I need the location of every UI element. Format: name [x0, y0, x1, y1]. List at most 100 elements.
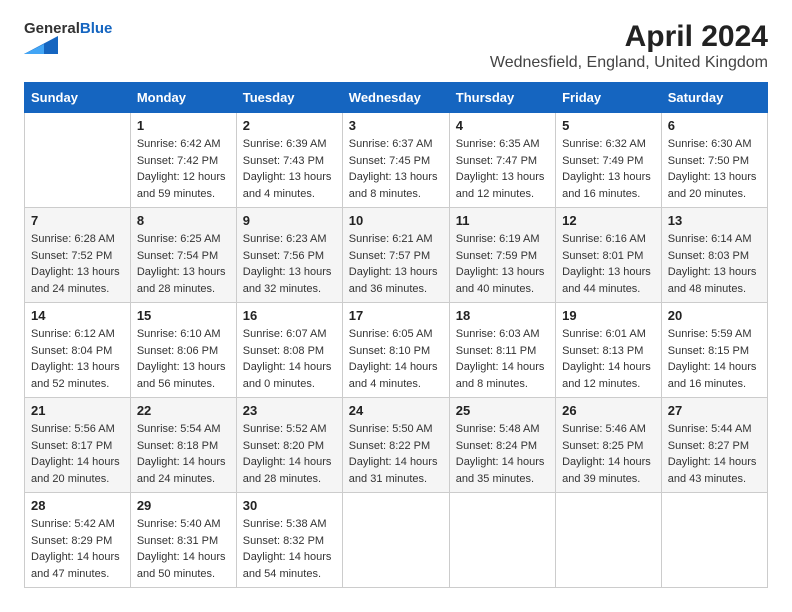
day-info: Sunrise: 6:28 AMSunset: 7:52 PMDaylight:…	[31, 231, 124, 297]
day-info: Sunrise: 6:05 AMSunset: 8:10 PMDaylight:…	[349, 326, 443, 392]
calendar-cell: 3 Sunrise: 6:37 AMSunset: 7:45 PMDaylight…	[342, 113, 449, 208]
calendar-subtitle: Wednesfield, England, United Kingdom	[490, 54, 768, 72]
header-cell-saturday: Saturday	[661, 83, 767, 113]
calendar-cell: 21 Sunrise: 5:56 AMSunset: 8:17 PMDayligh…	[25, 398, 131, 493]
day-info: Sunrise: 6:37 AMSunset: 7:45 PMDaylight:…	[349, 136, 443, 202]
day-info: Sunrise: 5:44 AMSunset: 8:27 PMDaylight:…	[668, 421, 761, 487]
day-info: Sunrise: 6:12 AMSunset: 8:04 PMDaylight:…	[31, 326, 124, 392]
logo-icon	[24, 36, 58, 54]
calendar-cell: 4Sunrise: 6:35 AMSunset: 7:47 PMDaylight…	[449, 113, 555, 208]
day-number: 18	[456, 308, 549, 323]
calendar-cell: 7 Sunrise: 6:28 AMSunset: 7:52 PMDaylight…	[25, 208, 131, 303]
day-number: 7	[31, 213, 124, 228]
day-number: 12	[562, 213, 655, 228]
day-info: Sunrise: 5:54 AMSunset: 8:18 PMDaylight:…	[137, 421, 230, 487]
day-info: Sunrise: 6:25 AMSunset: 7:54 PMDaylight:…	[137, 231, 230, 297]
day-info: Sunrise: 6:19 AMSunset: 7:59 PMDaylight:…	[456, 231, 549, 297]
day-number: 15	[137, 308, 230, 323]
calendar-cell: 20 Sunrise: 5:59 AMSunset: 8:15 PMDayligh…	[661, 303, 767, 398]
day-number: 30	[243, 498, 336, 513]
day-info: Sunrise: 6:42 AMSunset: 7:42 PMDaylight:…	[137, 136, 230, 202]
calendar-cell: 8 Sunrise: 6:25 AMSunset: 7:54 PMDaylight…	[130, 208, 236, 303]
day-info: Sunrise: 6:10 AMSunset: 8:06 PMDaylight:…	[137, 326, 230, 392]
header-cell-sunday: Sunday	[25, 83, 131, 113]
calendar-cell: 23 Sunrise: 5:52 AMSunset: 8:20 PMDayligh…	[236, 398, 342, 493]
day-info: Sunrise: 5:48 AMSunset: 8:24 PMDaylight:…	[456, 421, 549, 487]
calendar-cell: 22 Sunrise: 5:54 AMSunset: 8:18 PMDayligh…	[130, 398, 236, 493]
calendar-cell: 2 Sunrise: 6:39 AMSunset: 7:43 PMDaylight…	[236, 113, 342, 208]
day-info: Sunrise: 6:32 AMSunset: 7:49 PMDaylight:…	[562, 136, 655, 202]
day-number: 14	[31, 308, 124, 323]
day-info: Sunrise: 5:38 AMSunset: 8:32 PMDaylight:…	[243, 516, 336, 582]
header-cell-tuesday: Tuesday	[236, 83, 342, 113]
calendar-cell: 10Sunrise: 6:21 AMSunset: 7:57 PMDayligh…	[342, 208, 449, 303]
calendar-cell: 30 Sunrise: 5:38 AMSunset: 8:32 PMDayligh…	[236, 493, 342, 588]
day-number: 21	[31, 403, 124, 418]
day-info: Sunrise: 6:30 AMSunset: 7:50 PMDaylight:…	[668, 136, 761, 202]
day-info: Sunrise: 6:16 AMSunset: 8:01 PMDaylight:…	[562, 231, 655, 297]
calendar-cell: 29 Sunrise: 5:40 AMSunset: 8:31 PMDayligh…	[130, 493, 236, 588]
week-row-4: 21 Sunrise: 5:56 AMSunset: 8:17 PMDayligh…	[25, 398, 768, 493]
calendar-cell: 13 Sunrise: 6:14 AMSunset: 8:03 PMDayligh…	[661, 208, 767, 303]
calendar-cell: 6Sunrise: 6:30 AMSunset: 7:50 PMDaylight…	[661, 113, 767, 208]
calendar-cell: 19 Sunrise: 6:01 AMSunset: 8:13 PMDayligh…	[556, 303, 662, 398]
calendar-cell: 18 Sunrise: 6:03 AMSunset: 8:11 PMDayligh…	[449, 303, 555, 398]
calendar-table: SundayMondayTuesdayWednesdayThursdayFrid…	[24, 82, 768, 588]
calendar-cell	[661, 493, 767, 588]
calendar-title: April 2024	[490, 20, 768, 54]
header-row: SundayMondayTuesdayWednesdayThursdayFrid…	[25, 83, 768, 113]
logo: GeneralBlue	[24, 20, 112, 54]
day-number: 19	[562, 308, 655, 323]
day-info: Sunrise: 6:01 AMSunset: 8:13 PMDaylight:…	[562, 326, 655, 392]
day-info: Sunrise: 6:14 AMSunset: 8:03 PMDaylight:…	[668, 231, 761, 297]
header-cell-wednesday: Wednesday	[342, 83, 449, 113]
calendar-cell: 25 Sunrise: 5:48 AMSunset: 8:24 PMDayligh…	[449, 398, 555, 493]
title-block: April 2024 Wednesfield, England, United …	[490, 20, 768, 72]
day-info: Sunrise: 6:35 AMSunset: 7:47 PMDaylight:…	[456, 136, 549, 202]
day-number: 25	[456, 403, 549, 418]
calendar-cell: 27 Sunrise: 5:44 AMSunset: 8:27 PMDayligh…	[661, 398, 767, 493]
day-info: Sunrise: 6:07 AMSunset: 8:08 PMDaylight:…	[243, 326, 336, 392]
day-number: 11	[456, 213, 549, 228]
day-number: 1	[137, 118, 230, 133]
day-info: Sunrise: 5:40 AMSunset: 8:31 PMDaylight:…	[137, 516, 230, 582]
calendar-cell: 11 Sunrise: 6:19 AMSunset: 7:59 PMDayligh…	[449, 208, 555, 303]
calendar-cell: 15 Sunrise: 6:10 AMSunset: 8:06 PMDayligh…	[130, 303, 236, 398]
day-number: 20	[668, 308, 761, 323]
week-row-2: 7 Sunrise: 6:28 AMSunset: 7:52 PMDaylight…	[25, 208, 768, 303]
day-info: Sunrise: 5:52 AMSunset: 8:20 PMDaylight:…	[243, 421, 336, 487]
day-number: 27	[668, 403, 761, 418]
day-number: 29	[137, 498, 230, 513]
header-cell-thursday: Thursday	[449, 83, 555, 113]
calendar-cell: 5 Sunrise: 6:32 AMSunset: 7:49 PMDaylight…	[556, 113, 662, 208]
day-info: Sunrise: 5:59 AMSunset: 8:15 PMDaylight:…	[668, 326, 761, 392]
calendar-cell: 1 Sunrise: 6:42 AMSunset: 7:42 PMDaylight…	[130, 113, 236, 208]
day-info: Sunrise: 6:21 AMSunset: 7:57 PMDaylight:…	[349, 231, 443, 297]
day-number: 2	[243, 118, 336, 133]
day-number: 23	[243, 403, 336, 418]
calendar-cell	[449, 493, 555, 588]
calendar-cell	[556, 493, 662, 588]
day-number: 22	[137, 403, 230, 418]
day-number: 8	[137, 213, 230, 228]
header-cell-monday: Monday	[130, 83, 236, 113]
calendar-cell: 17Sunrise: 6:05 AMSunset: 8:10 PMDayligh…	[342, 303, 449, 398]
day-info: Sunrise: 5:46 AMSunset: 8:25 PMDaylight:…	[562, 421, 655, 487]
week-row-5: 28Sunrise: 5:42 AMSunset: 8:29 PMDayligh…	[25, 493, 768, 588]
day-number: 3	[349, 118, 443, 133]
day-info: Sunrise: 5:56 AMSunset: 8:17 PMDaylight:…	[31, 421, 124, 487]
day-number: 13	[668, 213, 761, 228]
day-info: Sunrise: 5:42 AMSunset: 8:29 PMDaylight:…	[31, 516, 124, 582]
day-number: 24	[349, 403, 443, 418]
calendar-cell	[342, 493, 449, 588]
calendar-cell: 9Sunrise: 6:23 AMSunset: 7:56 PMDaylight…	[236, 208, 342, 303]
day-number: 26	[562, 403, 655, 418]
calendar-cell: 24 Sunrise: 5:50 AMSunset: 8:22 PMDayligh…	[342, 398, 449, 493]
day-info: Sunrise: 5:50 AMSunset: 8:22 PMDaylight:…	[349, 421, 443, 487]
calendar-cell: 14 Sunrise: 6:12 AMSunset: 8:04 PMDayligh…	[25, 303, 131, 398]
day-info: Sunrise: 6:39 AMSunset: 7:43 PMDaylight:…	[243, 136, 336, 202]
calendar-cell	[25, 113, 131, 208]
day-info: Sunrise: 6:03 AMSunset: 8:11 PMDaylight:…	[456, 326, 549, 392]
day-number: 16	[243, 308, 336, 323]
day-number: 5	[562, 118, 655, 133]
